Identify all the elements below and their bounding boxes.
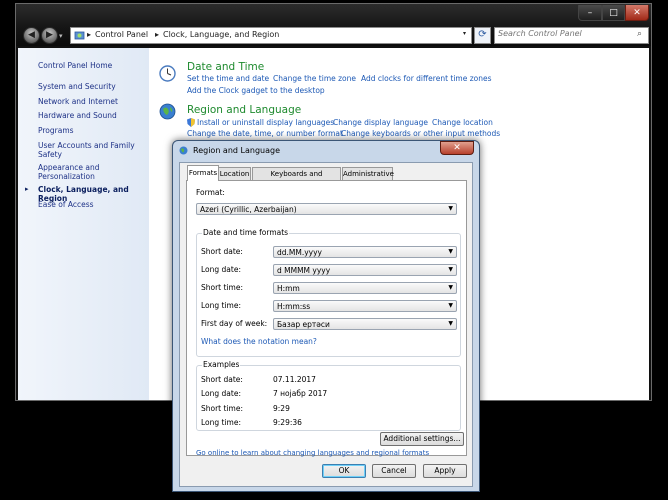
short-date-label: Short date: (201, 247, 243, 256)
link-change-display-language[interactable]: Change display language (333, 118, 428, 127)
arrow-right-icon: ▶ (46, 30, 53, 40)
chevron-down-icon[interactable]: ▾ (463, 30, 466, 37)
additional-settings-button[interactable]: Additional settings... (380, 432, 464, 446)
long-time-combobox[interactable]: H:mm:ss ▼ (273, 300, 457, 312)
example-short-date-value: 07.11.2017 (273, 375, 316, 384)
refresh-button[interactable]: ⟳ (474, 27, 491, 44)
example-short-time-value: 9:29 (273, 404, 290, 413)
chevron-down-icon: ▼ (448, 284, 453, 291)
ok-button[interactable]: OK (322, 464, 366, 478)
dialog-title: Region and Language (193, 146, 281, 155)
dialog-body: Formats Location Keyboards and Languages… (179, 162, 473, 487)
link-set-time-date[interactable]: Set the time and date (187, 74, 269, 83)
notation-help-link[interactable]: What does the notation mean? (201, 337, 317, 346)
example-short-date-label: Short date: (201, 375, 243, 384)
link-change-time-zone[interactable]: Change the time zone (273, 74, 356, 83)
short-time-combobox[interactable]: H:mm ▼ (273, 282, 457, 294)
region-language-dialog: Region and Language ✕ Formats Location K… (172, 140, 480, 492)
close-icon: ✕ (453, 143, 461, 153)
sidebar-item-user-accounts[interactable]: User Accounts and Family Safety (38, 141, 146, 159)
globe-icon (159, 103, 176, 120)
breadcrumb-separator: ▸ (87, 30, 92, 39)
sidebar: Control Panel Home System and Security N… (18, 48, 149, 400)
breadcrumb-separator: ▸ (155, 30, 160, 39)
chevron-down-icon: ▼ (448, 320, 453, 327)
chevron-down-icon: ▼ (448, 302, 453, 309)
example-long-date-value: 7 нојабр 2017 (273, 389, 328, 398)
example-short-time-label: Short time: (201, 404, 243, 413)
first-day-of-week-value: Базар ертәси (277, 320, 330, 329)
example-long-date-label: Long date: (201, 389, 241, 398)
link-add-clocks[interactable]: Add clocks for different time zones (361, 74, 492, 83)
tab-location[interactable]: Location (218, 167, 251, 180)
tab-administrative[interactable]: Administrative (342, 167, 394, 180)
tab-keyboards-languages[interactable]: Keyboards and Languages (252, 167, 341, 190)
link-add-clock-gadget[interactable]: Add the Clock gadget to the desktop (187, 86, 325, 95)
sidebar-item-control-panel-home[interactable]: Control Panel Home (38, 61, 146, 70)
example-long-time-value: 9:29:36 (273, 418, 302, 427)
apply-button[interactable]: Apply (423, 464, 467, 478)
format-combobox[interactable]: Azeri (Cyrillic, Azerbaijan) ▼ (196, 203, 457, 215)
search-icon: ⌕ (637, 29, 643, 39)
sidebar-item-network-internet[interactable]: Network and Internet (38, 97, 146, 106)
globe-icon (179, 146, 188, 155)
breadcrumb-clock-language-region[interactable]: Clock, Language, and Region (163, 30, 279, 39)
formats-tab-panel: Format: Azeri (Cyrillic, Azerbaijan) ▼ D… (186, 180, 467, 457)
maximize-button[interactable]: □ (602, 5, 625, 21)
first-day-of-week-label: First day of week: (201, 319, 268, 328)
tab-formats[interactable]: Formats (187, 165, 219, 181)
sidebar-item-system-security[interactable]: System and Security (38, 82, 146, 91)
chevron-down-icon: ▼ (448, 248, 453, 255)
examples-group: Examples Short date: 07.11.2017 Long dat… (196, 360, 461, 431)
close-button[interactable]: ✕ (625, 5, 649, 21)
link-change-location[interactable]: Change location (432, 118, 493, 127)
search-box[interactable]: ⌕ (494, 27, 649, 44)
sidebar-item-appearance[interactable]: Appearance and Personalization (38, 163, 146, 181)
category-region-language-title[interactable]: Region and Language (187, 104, 301, 116)
format-label: Format: (196, 188, 225, 197)
long-date-label: Long date: (201, 265, 241, 274)
chevron-down-icon: ▾ (59, 32, 63, 40)
breadcrumb-control-panel[interactable]: Control Panel (95, 30, 148, 39)
long-time-label: Long time: (201, 301, 242, 310)
date-time-formats-title: Date and time formats (202, 228, 290, 237)
forward-button[interactable]: ▶ (41, 27, 58, 44)
category-date-time-title[interactable]: Date and Time (187, 61, 264, 73)
long-time-value: H:mm:ss (277, 302, 311, 311)
long-date-combobox[interactable]: d MMMM yyyy ▼ (273, 264, 457, 276)
example-long-time-label: Long time: (201, 418, 242, 427)
address-bar[interactable]: ▸ Control Panel ▸ Clock, Language, and R… (70, 27, 472, 44)
first-day-of-week-combobox[interactable]: Базар ертәси ▼ (273, 318, 457, 330)
short-date-value: dd.MM.yyyy (277, 248, 322, 257)
current-page-bullet-icon: ▸ (25, 185, 29, 193)
sidebar-item-ease-of-access[interactable]: Ease of Access (38, 200, 146, 209)
short-time-label: Short time: (201, 283, 243, 292)
refresh-icon: ⟳ (478, 29, 487, 40)
dialog-close-button[interactable]: ✕ (440, 141, 474, 155)
shield-icon (187, 118, 195, 127)
minimize-button[interactable]: – (578, 5, 602, 21)
chevron-down-icon: ▼ (448, 205, 453, 212)
short-time-value: H:mm (277, 284, 300, 293)
sidebar-item-hardware-sound[interactable]: Hardware and Sound (38, 111, 146, 120)
date-time-formats-group: Date and time formats Short date: dd.MM.… (196, 228, 461, 357)
short-date-combobox[interactable]: dd.MM.yyyy ▼ (273, 246, 457, 258)
online-help-link[interactable]: Go online to learn about changing langua… (196, 449, 429, 457)
cancel-button[interactable]: Cancel (372, 464, 416, 478)
sidebar-item-programs[interactable]: Programs (38, 126, 146, 135)
link-change-keyboards[interactable]: Change keyboards or other input methods (341, 129, 500, 138)
clock-icon (159, 65, 176, 82)
control-panel-icon (74, 31, 85, 40)
link-install-languages[interactable]: Install or uninstall display languages (197, 118, 334, 127)
long-date-value: d MMMM yyyy (277, 266, 331, 275)
search-input[interactable] (498, 29, 628, 38)
chevron-down-icon: ▼ (448, 266, 453, 273)
examples-title: Examples (202, 360, 241, 369)
format-value: Azeri (Cyrillic, Azerbaijan) (200, 205, 297, 214)
back-button[interactable]: ◀ (23, 27, 40, 44)
arrow-left-icon: ◀ (28, 30, 35, 40)
recent-pages-dropdown[interactable]: ▾ (59, 32, 63, 40)
link-change-format[interactable]: Change the date, time, or number format (187, 129, 343, 138)
